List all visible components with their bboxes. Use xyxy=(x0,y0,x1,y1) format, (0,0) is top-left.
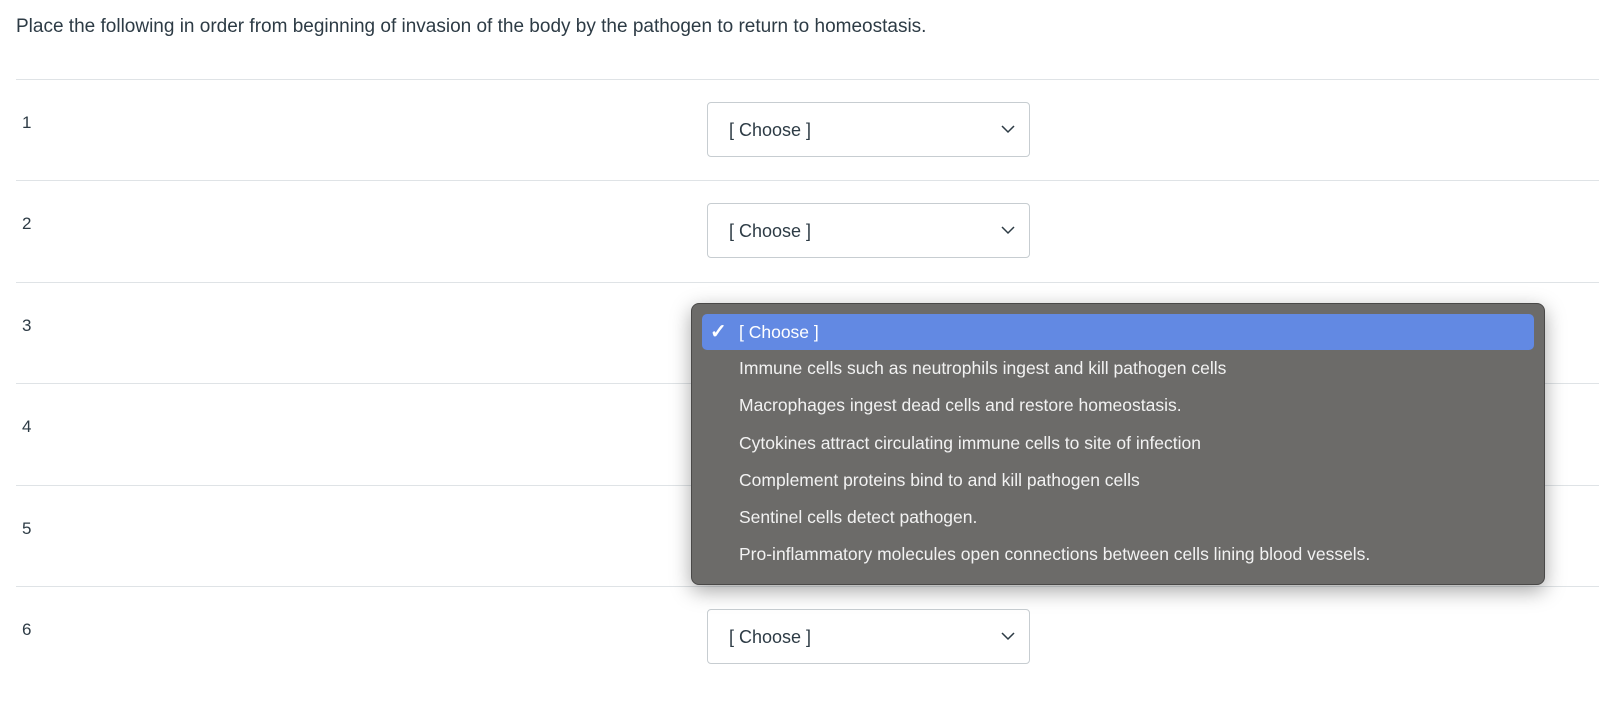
row-divider xyxy=(16,282,1599,283)
row-divider xyxy=(16,180,1599,181)
dropdown-option[interactable]: Immune cells such as neutrophils ingest … xyxy=(702,350,1534,387)
row-number: 2 xyxy=(22,214,32,233)
option-label: Immune cells such as neutrophils ingest … xyxy=(739,358,1227,378)
dropdown-option[interactable]: Complement proteins bind to and kill pat… xyxy=(702,462,1534,499)
row-number: 4 xyxy=(22,417,32,436)
option-label: [ Choose ] xyxy=(739,322,819,342)
option-label: Sentinel cells detect pathogen. xyxy=(739,507,978,528)
answer-select[interactable]: [ Choose ] xyxy=(707,203,1030,258)
checkmark-icon: ✓ xyxy=(710,321,727,343)
option-label: Cytokines attract circulating immune cel… xyxy=(739,432,1201,453)
chevron-down-icon xyxy=(1001,632,1015,641)
select-value: [ Choose ] xyxy=(729,221,812,241)
option-label: Pro-inflammatory molecules open connecti… xyxy=(739,544,1371,565)
answer-select[interactable]: [ Choose ] xyxy=(707,102,1030,157)
dropdown-option[interactable]: Macrophages ingest dead cells and restor… xyxy=(702,387,1534,424)
chevron-down-icon xyxy=(1001,226,1015,235)
dropdown-option[interactable]: Cytokines attract circulating immune cel… xyxy=(702,425,1534,462)
select-value: [ Choose ] xyxy=(729,120,812,140)
select-value: [ Choose ] xyxy=(729,627,812,647)
chevron-down-icon xyxy=(1001,125,1015,134)
answer-select[interactable]: [ Choose ] xyxy=(707,609,1030,664)
row-number: 5 xyxy=(22,519,32,538)
row-divider xyxy=(16,79,1599,80)
dropdown-menu[interactable]: ✓ [ Choose ] Immune cells such as neutroph… xyxy=(691,303,1545,585)
option-label: Complement proteins bind to and kill pat… xyxy=(739,469,1140,490)
dropdown-option[interactable]: ✓ [ Choose ] xyxy=(702,314,1534,350)
row-divider xyxy=(16,586,1599,587)
row-number: 6 xyxy=(22,620,32,639)
row-number: 1 xyxy=(22,113,32,132)
option-label: Macrophages ingest dead cells and restor… xyxy=(739,395,1182,416)
row-number: 3 xyxy=(22,316,32,335)
dropdown-option[interactable]: Sentinel cells detect pathogen. xyxy=(702,499,1534,536)
question-text: Place the following in order from beginn… xyxy=(16,16,927,37)
dropdown-option[interactable]: Pro-inflammatory molecules open connecti… xyxy=(702,536,1534,573)
